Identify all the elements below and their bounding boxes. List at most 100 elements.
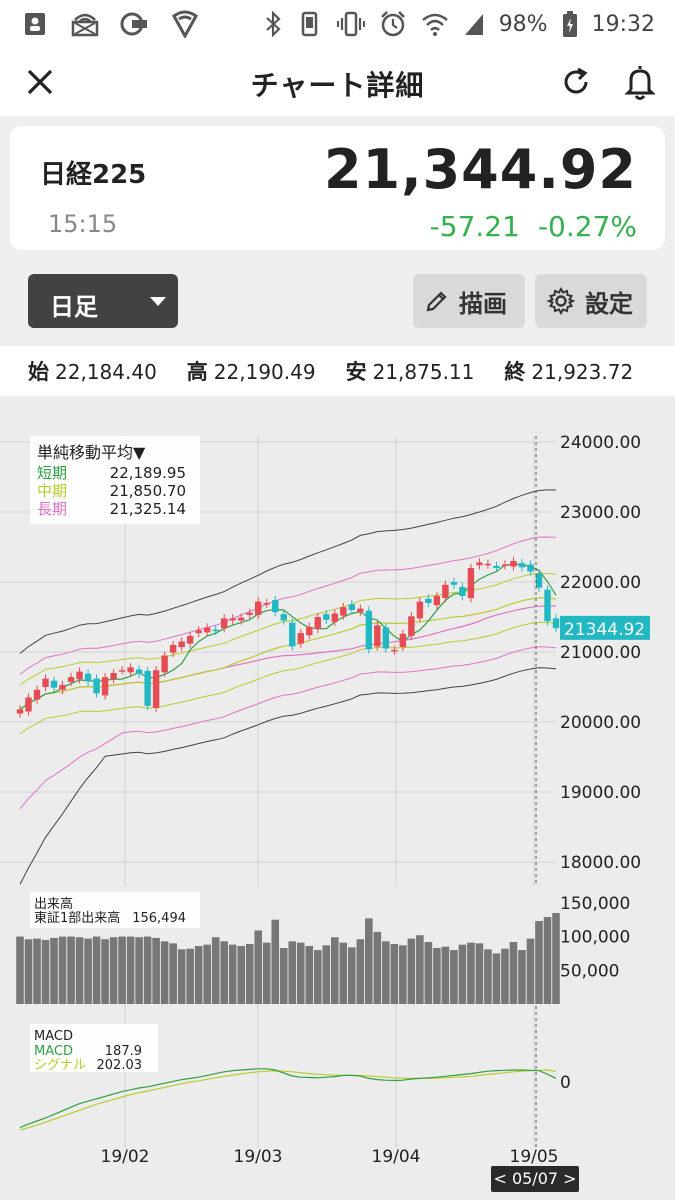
volume-bar [245,943,254,1004]
candle-body [229,618,236,621]
candle-body [238,617,245,621]
volume-bar [109,937,118,1004]
selected-date-pill[interactable]: < 05/07 > [491,1166,579,1192]
ohlc-low-label: 安 [345,360,367,384]
volume-legend-subtitle: 東証1部出来高 [34,910,120,926]
macd-legend-value: 187.9 [105,1044,142,1059]
x-axis-tick: 19/05 [510,1147,559,1167]
refresh-icon[interactable] [558,64,594,100]
volume-bar [203,944,211,1004]
ohlc-high-value: 22,190.49 [213,360,316,384]
volume-bar [279,948,288,1004]
candle-body [518,563,526,568]
period-select-value: 日足 [50,293,98,321]
volume-bar [424,941,433,1004]
sma-legend-value: 22,189.95 [110,464,186,482]
ohlc-low-value: 21,875.11 [372,360,475,384]
settings-button-label: 設定 [585,289,633,318]
candle-body [280,614,287,621]
contact-card-icon [25,13,45,35]
candle-body [442,584,449,599]
candle-body [203,627,211,633]
candle-body [127,667,134,673]
macd-legend-title: MACD [34,1029,73,1044]
volume-bar [160,941,169,1004]
candle-body [161,655,168,673]
volume-bar [330,937,339,1004]
candle-body [459,586,466,596]
candle-body [374,625,381,647]
candle-body [501,564,509,566]
app-bar: チャート詳細 [0,48,675,116]
stock-chart[interactable]: 24000.00 23000.00 22000.00 21000.00 20000.00… [0,396,675,1200]
volume-legend-title: 出来高 [34,896,73,912]
candle-body [323,614,330,620]
wifi-icon [421,13,448,36]
candle-body [212,629,219,632]
volume-bar [186,948,194,1004]
volume-bar [24,939,33,1004]
wifi-box-icon [71,13,99,37]
volume-bar [458,944,467,1004]
x-axis-tick: 19/03 [234,1147,283,1167]
volume-bar [118,936,126,1004]
candle-body [272,600,279,613]
macd-line [19,1068,557,1129]
chart-area[interactable]: 24000.00 23000.00 22000.00 21000.00 20000.00… [0,396,675,1200]
ohlc-row: 始 22,184.40 高 22,190.49 安 21,875.11 終 21,923… [0,346,675,396]
volume-bar [339,942,348,1004]
candle-body [399,633,407,648]
volume-bar [467,942,475,1004]
volume-bar [194,946,203,1004]
volume-bar [92,936,101,1004]
candle-body [246,612,253,615]
ohlc-open-value: 22,184.40 [55,360,157,384]
volume-bar [135,937,143,1004]
volume-bar [305,946,314,1004]
price-change: -57.21 -0.27% [430,210,637,243]
candle-body [476,562,483,566]
price-axis-tick: 19000.00 [560,783,641,803]
candle-body [135,669,143,674]
candle-body [493,565,500,568]
ohlc-close: 終 21,923.72 [504,356,633,386]
candle-body [16,709,24,714]
candle-body [42,678,49,687]
price-axis-tick: 21000.00 [560,643,641,663]
candle-body [306,626,313,636]
volume-bar [211,937,220,1004]
volume-bar [373,931,382,1004]
volume-bar [271,919,280,1004]
ohlc-close-value: 21,923.72 [531,360,634,384]
phone-sync-icon [301,11,317,37]
candle-body [152,670,160,708]
battery-percent: 98% [498,11,548,37]
volume-bar [450,950,458,1004]
sma-legend-label: 長期 [37,500,67,518]
volume-bar [518,950,526,1004]
volume-bar [237,946,246,1004]
ohlc-open: 始 22,184.40 [28,356,157,386]
candle-body [255,601,262,615]
sma-mid-line [19,597,557,710]
price-axis-tick: 22000.00 [560,573,641,593]
candle-body [178,641,185,648]
volume-bar [382,941,390,1004]
caret-down-icon [150,297,166,306]
volume-bar [296,942,305,1004]
draw-button[interactable]: 描画 [413,274,525,328]
candle-body [433,596,441,606]
envelope-upper-05 [19,572,557,686]
media-icon [120,12,147,36]
settings-button[interactable]: 設定 [535,274,647,328]
x-axis-tick: 19/02 [101,1147,150,1167]
volume-bar [543,917,552,1004]
volume-bar [41,939,50,1004]
candle-body [118,670,126,672]
ohlc-high: 高 22,190.49 [187,356,316,386]
bell-icon[interactable] [622,62,658,102]
period-select[interactable]: 日足 [28,274,178,328]
candle-body [365,610,373,650]
candle-body [527,564,534,572]
candle-body [510,561,517,567]
